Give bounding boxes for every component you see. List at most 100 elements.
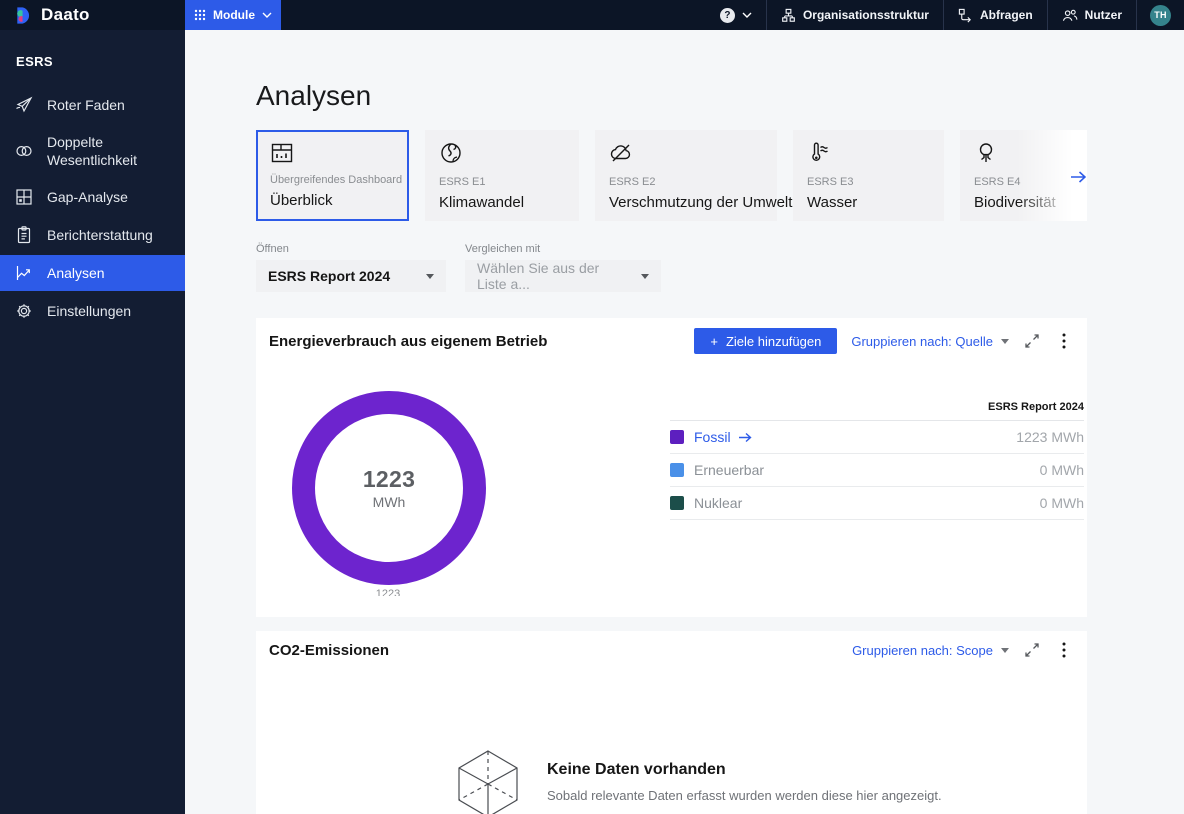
empty-state: Keine Daten vorhanden Sobald relevante D… [455,748,942,814]
arrow-right-icon [1071,171,1086,183]
expand-icon [1025,334,1039,348]
compare-select[interactable]: Wählen Sie aus der Liste a... [465,260,661,292]
users-icon [1062,8,1078,23]
users-label: Nutzer [1084,8,1122,22]
erneuerbar-value: 0 MWh [1039,462,1084,478]
line-chart-icon [14,263,34,283]
grid-icon [194,9,206,21]
report-filters: Öffnen ESRS Report 2024 Vergleichen mit … [256,243,1087,292]
co2-emissions-card: CO2-Emissionen Gruppieren nach: Scope Ke… [256,631,1087,814]
sidebar-item-label: Analysen [47,265,105,281]
sidebar-item-label: Roter Faden [47,97,125,113]
tab-ueberblick[interactable]: Übergreifendes Dashboard Überblick [256,130,409,221]
sidebar-item-label: Gap-Analyse [47,189,128,205]
sidebar-item-gap-analyse[interactable]: Gap-Analyse [0,179,185,215]
overflow-menu-button[interactable] [1055,332,1073,350]
arrow-right-icon [738,432,752,442]
chevron-down-icon [1001,647,1009,653]
queries-button[interactable]: Abfragen [944,0,1047,30]
open-report-select[interactable]: ESRS Report 2024 [256,260,446,292]
add-targets-button[interactable]: + Ziele hinzufügen [694,328,838,354]
help-icon: ? [719,7,735,23]
cloud-slash-icon [610,144,631,162]
carousel-next-button[interactable] [1069,169,1087,185]
tab-title: Biodiversität [974,194,1056,211]
table-row-fossil[interactable]: Fossil 1223 MWh [670,421,1084,454]
co2-card-title: CO2-Emissionen [269,641,390,659]
compare-placeholder: Wählen Sie aus der Liste a... [477,260,600,292]
plus-icon: + [710,333,718,349]
sidebar-item-analysen[interactable]: Analysen [0,255,185,291]
user-avatar[interactable]: TH [1150,4,1171,26]
logo-text: Daato [41,5,90,24]
group-by-scope-dropdown[interactable]: Gruppieren nach: Scope [852,643,1009,658]
expand-button[interactable] [1023,641,1041,659]
queries-label: Abfragen [979,8,1033,22]
users-button[interactable]: Nutzer [1048,0,1136,30]
daato-logo-icon [14,6,33,25]
energy-card-title: Energieverbrauch aus eigenem Betrieb [269,332,548,350]
divider [1136,0,1137,30]
fossil-value: 1223 MWh [1016,429,1084,445]
group-by-source-dropdown[interactable]: Gruppieren nach: Quelle [851,334,1009,349]
fossil-swatch [670,430,684,444]
tab-subtitle: ESRS E1 [439,176,486,188]
clipboard-icon [14,225,34,245]
module-menu-button[interactable]: Module [185,0,281,30]
sidebar-item-doppelte-wesentlichkeit[interactable]: Doppelte Wesentlichkeit [0,125,185,177]
nuklear-swatch [670,496,684,510]
tab-subtitle: ESRS E3 [807,176,854,188]
org-chart-icon [781,8,796,23]
paper-plane-icon [14,95,34,115]
table-row-nuklear[interactable]: Nuklear 0 MWh [670,487,1084,520]
sidebar-item-roter-faden[interactable]: Roter Faden [0,87,185,123]
tab-title: Wasser [807,194,858,211]
sidebar-item-label: Doppelte Wesentlichkeit [47,134,138,168]
help-menu[interactable]: ? [706,0,766,30]
expand-button[interactable] [1023,332,1041,350]
tab-wasser[interactable]: ESRS E3 Wasser [793,130,944,221]
nuklear-value: 0 MWh [1039,495,1084,511]
sidebar-item-berichterstattung[interactable]: Berichterstattung [0,217,185,253]
globe-icon [441,143,461,163]
sidebar-item-einstellungen[interactable]: Einstellungen [0,293,185,329]
energy-donut-chart[interactable]: 1223 MWh [291,390,487,586]
chevron-down-icon [426,273,434,279]
grid-quadrants-icon [14,187,34,207]
erneuerbar-swatch [670,463,684,477]
overlapping-circles-icon [14,141,34,161]
tab-title: Verschmutzung der Umwelt [609,194,793,211]
energy-legend-table: ESRS Report 2024 Fossil 1223 MWh Erneuer… [670,394,1084,520]
module-label: Module [213,8,255,22]
open-report-value: ESRS Report 2024 [268,268,391,284]
tab-biodiversitaet[interactable]: ESRS E4 Biodiversität [960,130,1087,221]
open-report-label: Öffnen [256,243,289,255]
org-structure-button[interactable]: Organisationsstruktur [767,0,943,30]
compare-filter: Vergleichen mit Wählen Sie aus der Liste… [465,243,661,292]
chevron-down-icon [262,12,272,18]
chevron-down-icon [742,12,752,18]
overflow-menu-button[interactable] [1055,641,1073,659]
topbar: Daato Module ? Organisationsstruktur Abf… [0,0,1184,30]
compare-label: Vergleichen mit [465,243,541,255]
expand-icon [1025,643,1039,657]
fossil-link[interactable]: Fossil [694,429,752,445]
main-content: Analysen Übergreifendes Dashboard Überbl… [185,30,1184,814]
tab-verschmutzung[interactable]: ESRS E2 Verschmutzung der Umwelt [595,130,792,221]
org-structure-label: Organisationsstruktur [802,8,929,22]
kebab-menu-icon [1062,642,1066,658]
thermometer-waves-icon [812,142,828,161]
app-logo[interactable]: Daato [0,0,185,30]
open-report-filter: Öffnen ESRS Report 2024 [256,243,446,292]
page-title: Analysen [256,80,372,111]
flow-arrow-icon [958,8,973,23]
tab-subtitle: Übergreifendes Dashboard [270,174,403,186]
empty-state-title: Keine Daten vorhanden [547,761,726,778]
topbar-actions: ? Organisationsstruktur Abfragen Nutzer … [706,0,1184,30]
sidebar-item-label: Berichterstattung [47,227,153,243]
table-row-erneuerbar[interactable]: Erneuerbar 0 MWh [670,454,1084,487]
energy-consumption-card: Energieverbrauch aus eigenem Betrieb + Z… [256,318,1087,617]
tab-klimawandel[interactable]: ESRS E1 Klimawandel [425,130,579,221]
chevron-down-icon [641,273,649,279]
tab-subtitle: ESRS E4 [974,176,1021,188]
